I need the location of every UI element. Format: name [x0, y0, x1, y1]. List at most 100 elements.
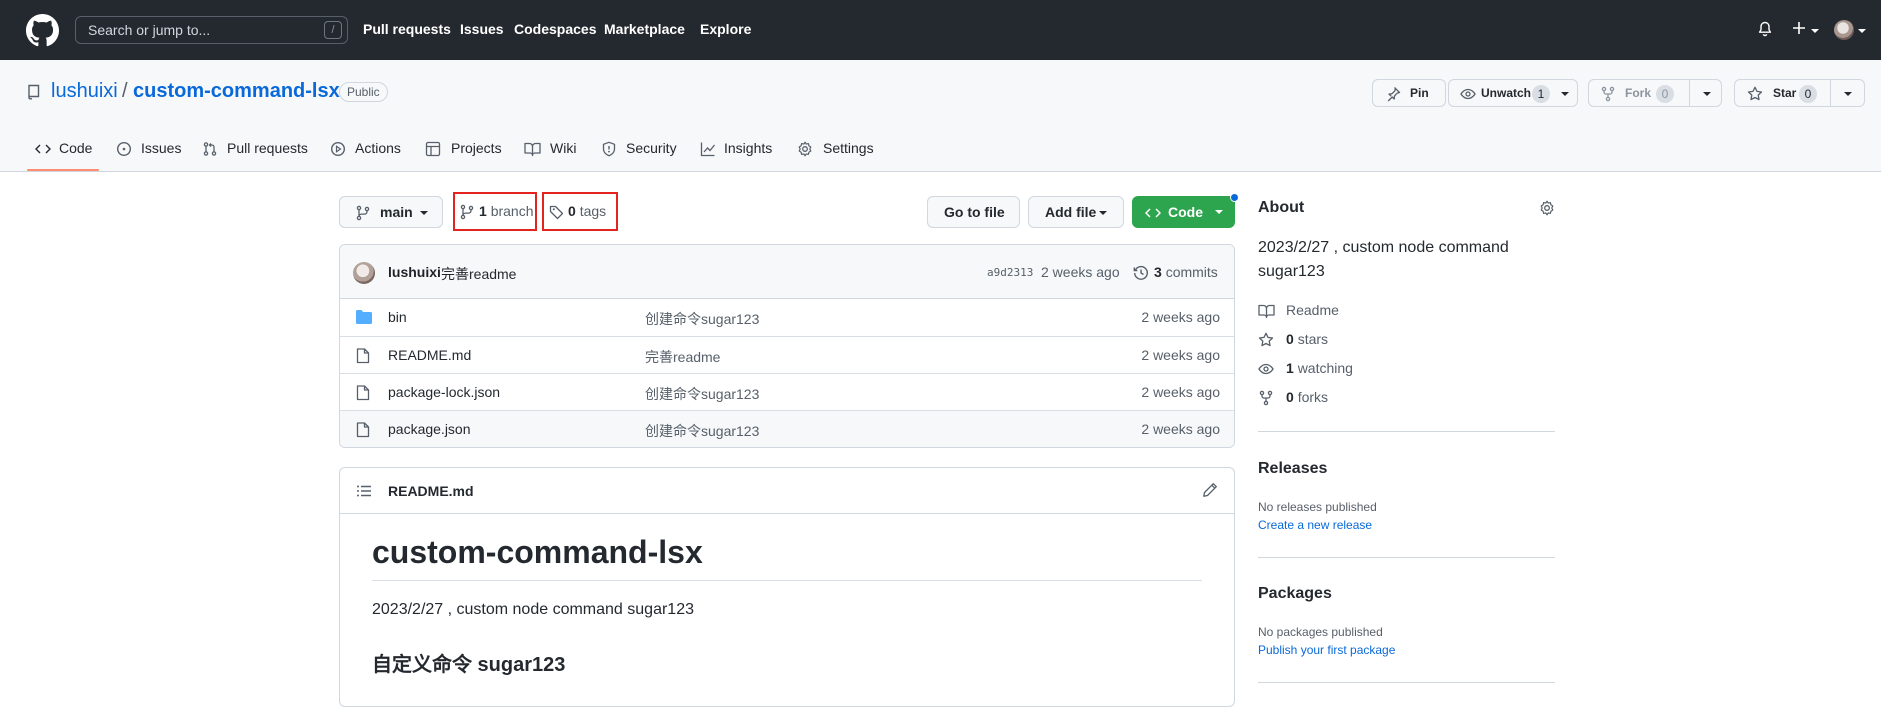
- tab-issues-label: Issues: [141, 140, 182, 156]
- star-label[interactable]: Star: [1773, 86, 1796, 100]
- table-icon: [425, 141, 441, 157]
- file-icon: [356, 348, 370, 364]
- sidebar-divider: [1258, 431, 1555, 432]
- graph-icon: [700, 142, 716, 157]
- branch-caret-icon: [420, 211, 428, 215]
- fork-label[interactable]: Fork: [1625, 86, 1651, 100]
- readme-filename[interactable]: README.md: [388, 483, 474, 499]
- nav-codespaces[interactable]: Codespaces: [514, 21, 596, 37]
- file-commit-message[interactable]: 创建命令sugar123: [645, 421, 759, 441]
- file-name[interactable]: README.md: [388, 347, 471, 363]
- latest-commit-bar: lushuixi 完善readme a9d2313 2 weeks ago 3 …: [340, 245, 1234, 299]
- notifications-bell-icon[interactable]: [1757, 21, 1773, 38]
- watch-options-caret-icon[interactable]: [1561, 92, 1569, 96]
- packages-title[interactable]: Packages: [1258, 585, 1332, 603]
- about-title: About: [1258, 199, 1305, 216]
- pencil-edit-icon[interactable]: [1202, 482, 1218, 498]
- repo-path-separator: /: [122, 80, 128, 102]
- star-icon: [1747, 86, 1763, 101]
- commit-time: 2 weeks ago: [1041, 264, 1120, 280]
- nav-pull-requests[interactable]: Pull requests: [363, 21, 451, 37]
- tab-wiki-label: Wiki: [550, 140, 577, 156]
- file-name[interactable]: bin: [388, 309, 407, 325]
- add-file-button[interactable]: Add file: [1028, 196, 1124, 228]
- file-row[interactable]: bin 创建命令sugar123 2 weeks ago: [340, 299, 1234, 336]
- watching-count: 1: [1286, 360, 1294, 376]
- watch-counter: 1: [1532, 85, 1550, 103]
- readme-subheading: 自定义命令 sugar123: [372, 654, 566, 676]
- gear-icon[interactable]: [1539, 200, 1555, 216]
- add-file-label: Add file: [1045, 204, 1097, 220]
- tab-pull-requests-label: Pull requests: [227, 140, 308, 156]
- commit-message[interactable]: 完善readme: [441, 264, 516, 284]
- star-counter: 0: [1799, 85, 1817, 103]
- commit-sha[interactable]: a9d2313: [987, 266, 1033, 279]
- watching-word: watching: [1297, 360, 1353, 376]
- file-list: lushuixi 完善readme a9d2313 2 weeks ago 3 …: [339, 244, 1235, 448]
- file-commit-message[interactable]: 创建命令sugar123: [645, 384, 759, 404]
- file-commit-message[interactable]: 完善readme: [645, 347, 720, 367]
- fork-counter: 0: [1656, 85, 1674, 103]
- go-to-file-label: Go to file: [944, 204, 1005, 220]
- forks-count: 0: [1286, 389, 1294, 405]
- fork-icon: [1601, 86, 1615, 102]
- readme-link-label: Readme: [1286, 302, 1339, 318]
- repo-owner-link[interactable]: lushuixi: [51, 80, 118, 103]
- list-unordered-icon[interactable]: [356, 483, 372, 499]
- history-icon: [1133, 265, 1148, 280]
- nav-issues[interactable]: Issues: [460, 21, 504, 37]
- visibility-badge: Public: [339, 82, 388, 102]
- unwatch-button[interactable]: Unwatch 1: [1448, 79, 1578, 107]
- nav-marketplace[interactable]: Marketplace: [604, 21, 685, 37]
- pin-button[interactable]: Pin: [1372, 79, 1446, 107]
- file-commit-time: 2 weeks ago: [1141, 421, 1220, 437]
- eye-icon: [1460, 88, 1476, 100]
- fork-options-caret-icon[interactable]: [1703, 92, 1711, 96]
- book-icon: [1258, 304, 1275, 319]
- code-download-button[interactable]: Code: [1132, 196, 1235, 228]
- code-icon: [1145, 208, 1161, 218]
- stars-word: stars: [1297, 331, 1329, 347]
- repo-name-link[interactable]: custom-command-lsx: [133, 80, 340, 103]
- gear-icon: [798, 141, 812, 157]
- issue-icon: [116, 141, 132, 157]
- tab-insights-label: Insights: [724, 140, 773, 156]
- shield-icon: [602, 141, 616, 157]
- commit-author[interactable]: lushuixi: [388, 264, 441, 280]
- github-logo-icon[interactable]: [26, 14, 59, 47]
- star-icon: [1258, 332, 1274, 347]
- go-to-file-button[interactable]: Go to file: [927, 196, 1020, 228]
- file-row[interactable]: package.json 创建命令sugar123 2 weeks ago: [340, 410, 1234, 447]
- folder-icon: [356, 310, 372, 324]
- file-commit-message[interactable]: 创建命令sugar123: [645, 309, 759, 329]
- user-menu-caret-icon[interactable]: [1858, 29, 1866, 33]
- file-row[interactable]: package-lock.json 创建命令sugar123 2 weeks a…: [340, 373, 1234, 410]
- create-release-link[interactable]: Create a new release: [1258, 518, 1372, 532]
- readme-heading: custom-command-lsx: [372, 534, 703, 570]
- commit-author-avatar[interactable]: [353, 262, 375, 284]
- code-icon: [35, 144, 51, 154]
- publish-package-link[interactable]: Publish your first package: [1258, 643, 1395, 657]
- star-button-group: Star 0: [1734, 79, 1865, 107]
- star-options-caret-icon[interactable]: [1844, 92, 1852, 96]
- search-input[interactable]: Search or jump to... /: [75, 16, 348, 44]
- highlight-box-tags: [542, 192, 618, 231]
- highlight-box-branches: [453, 192, 537, 231]
- file-row[interactable]: README.md 完善readme 2 weeks ago: [340, 336, 1234, 373]
- create-new-caret-icon[interactable]: [1811, 29, 1819, 33]
- nav-explore[interactable]: Explore: [700, 21, 751, 37]
- user-avatar[interactable]: [1834, 20, 1854, 40]
- file-name[interactable]: package.json: [388, 421, 471, 437]
- releases-title[interactable]: Releases: [1258, 460, 1327, 478]
- file-name[interactable]: package-lock.json: [388, 384, 500, 400]
- forks-word: forks: [1297, 389, 1329, 405]
- add-file-caret-icon: [1099, 211, 1107, 215]
- readme-header: README.md: [340, 468, 1234, 514]
- pin-icon: [1387, 87, 1401, 102]
- branch-selector-button[interactable]: main: [339, 196, 443, 228]
- sidebar-divider: [1258, 557, 1555, 558]
- create-new-plus-icon[interactable]: [1791, 20, 1807, 36]
- search-shortcut-key: /: [324, 21, 342, 39]
- pull-request-icon: [203, 142, 217, 156]
- readme-panel: README.md custom-command-lsx 2023/2/27 ,…: [339, 467, 1235, 707]
